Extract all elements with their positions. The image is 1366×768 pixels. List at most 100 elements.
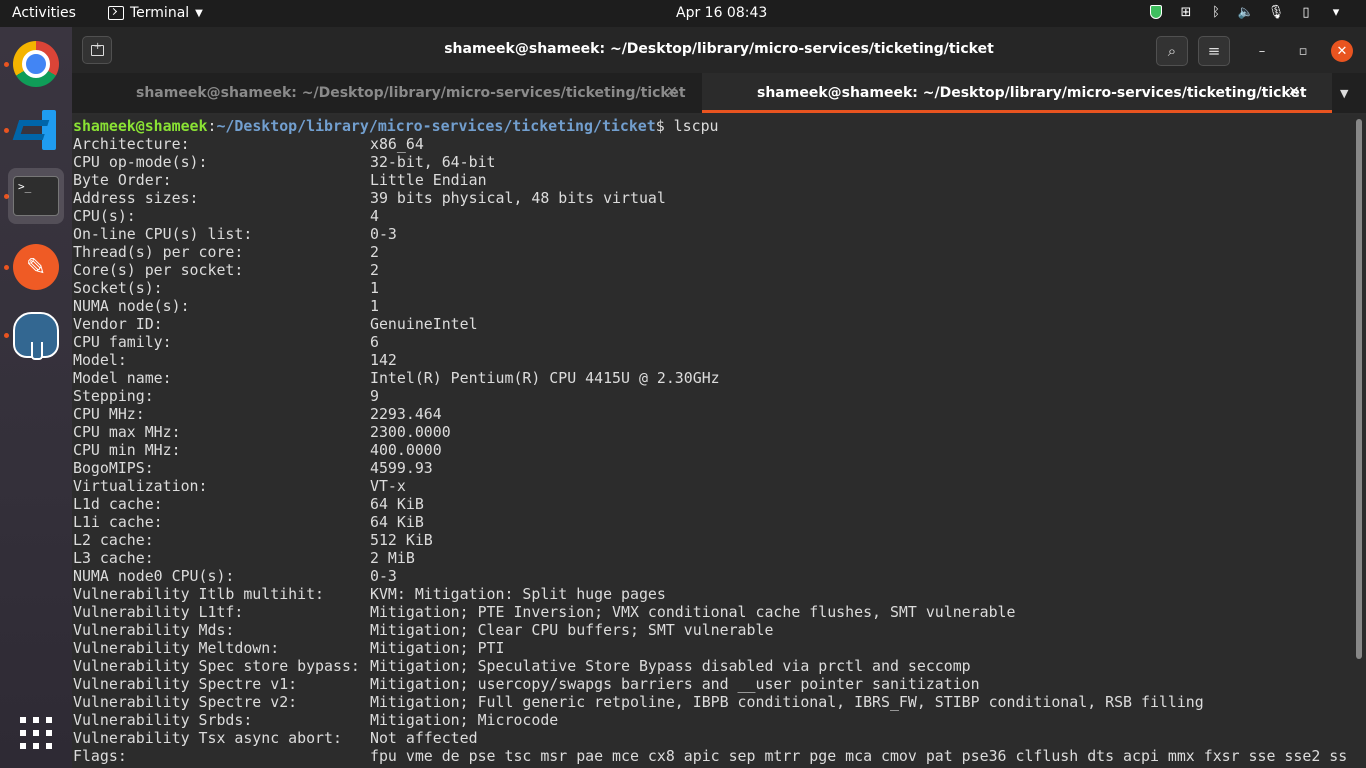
row-value: Intel(R) Pentium(R) CPU 4415U @ 2.30GHz — [370, 369, 720, 387]
output-row: Core(s) per socket: 2 — [73, 261, 379, 279]
row-key: CPU MHz: — [73, 405, 145, 423]
bluetooth-icon[interactable]: ᛒ — [1208, 4, 1224, 20]
power-menu-icon[interactable]: ▾ — [1328, 4, 1344, 20]
prompt-path: ~/Desktop/library/micro-services/ticketi… — [216, 117, 656, 135]
tab-close-icon[interactable]: ✕ — [1288, 84, 1300, 100]
dock-pgadmin[interactable] — [8, 307, 64, 363]
row-key: CPU(s): — [73, 207, 136, 225]
output-row: L3 cache: 2 MiB — [73, 549, 415, 567]
output-row: Vulnerability Spectre v1: Mitigation; use… — [73, 675, 980, 693]
output-row: Vendor ID: GenuineIntel — [73, 315, 478, 333]
microphone-icon[interactable]: 🎙 — [1268, 4, 1285, 20]
row-key: Virtualization: — [73, 477, 208, 495]
close-button[interactable]: ✕ — [1331, 40, 1353, 62]
new-tab-button[interactable] — [82, 36, 112, 64]
dock: >_ ✎ — [0, 27, 72, 768]
row-key: CPU min MHz: — [73, 441, 181, 459]
shield-icon[interactable] — [1148, 4, 1164, 20]
row-value: 9 — [370, 387, 379, 405]
row-value: 2 — [370, 243, 379, 261]
row-value: Not affected — [370, 729, 478, 747]
output-row: BogoMIPS: 4599.93 — [73, 459, 433, 477]
new-tab-icon — [90, 41, 104, 56]
row-value: Mitigation; Clear CPU buffers; SMT vulne… — [370, 621, 774, 639]
output-row: CPU min MHz: 400.0000 — [73, 441, 442, 459]
row-value: 64 KiB — [370, 513, 424, 531]
row-value: 0-3 — [370, 567, 397, 585]
terminal-window: shameek@shameek: ~/Desktop/library/micro… — [72, 27, 1366, 768]
app-menu-label: Terminal — [130, 5, 190, 21]
system-tray[interactable]: ⊞ ᛒ 🔈 🎙 ▯ ▾ — [1148, 4, 1344, 20]
output-row: Architecture: x86_64 — [73, 135, 424, 153]
maximize-button[interactable]: ▫ — [1292, 40, 1314, 62]
row-value: 400.0000 — [370, 441, 442, 459]
header-bar: shameek@shameek: ~/Desktop/library/micro… — [72, 27, 1366, 73]
terminal-app-icon: >_ — [13, 176, 59, 216]
caret-down-icon: ▼ — [195, 7, 203, 19]
network-icon[interactable]: ⊞ — [1178, 4, 1194, 20]
row-value: VT-x — [370, 477, 406, 495]
row-key: Vulnerability Spectre v1: — [73, 675, 298, 693]
output-row: On-line CPU(s) list: 0-3 — [73, 225, 397, 243]
output-row: Vulnerability Itlb multihit: KVM: Mitigat… — [73, 585, 666, 603]
dock-vscode[interactable] — [8, 102, 64, 158]
dock-chrome[interactable] — [8, 36, 64, 92]
row-key: Vulnerability Spectre v2: — [73, 693, 298, 711]
output-row: CPU(s): 4 — [73, 207, 379, 225]
row-key: Thread(s) per core: — [73, 243, 244, 261]
row-key: L1i cache: — [73, 513, 163, 531]
output-row: Stepping: 9 — [73, 387, 379, 405]
row-value: Little Endian — [370, 171, 487, 189]
row-value: 4 — [370, 207, 379, 225]
row-key: CPU max MHz: — [73, 423, 181, 441]
dock-terminal[interactable]: >_ — [8, 168, 64, 224]
output-row: CPU op-mode(s): 32-bit, 64-bit — [73, 153, 496, 171]
minimize-button[interactable]: – — [1251, 40, 1273, 62]
terminal-output[interactable]: shameek@shameek:~/Desktop/library/micro-… — [72, 115, 1366, 768]
clock[interactable]: Apr 16 08:43 — [676, 5, 767, 21]
row-key: L2 cache: — [73, 531, 154, 549]
row-key: Stepping: — [73, 387, 154, 405]
row-value: 64 KiB — [370, 495, 424, 513]
volume-icon[interactable]: 🔈 — [1238, 4, 1254, 20]
apps-grid-icon[interactable] — [20, 717, 52, 749]
activities-button[interactable]: Activities — [12, 5, 76, 21]
tab-bar: shameek@shameek: ~/Desktop/library/micro… — [72, 73, 1366, 113]
tab-list-dropdown-icon[interactable]: ▼ — [1340, 87, 1348, 100]
row-key: Vulnerability L1tf: — [73, 603, 244, 621]
row-key: L3 cache: — [73, 549, 154, 567]
row-key: Socket(s): — [73, 279, 163, 297]
row-value: 142 — [370, 351, 397, 369]
dock-postman[interactable]: ✎ — [8, 239, 64, 295]
row-key: Address sizes: — [73, 189, 199, 207]
postman-icon: ✎ — [13, 244, 59, 290]
row-value: Mitigation; usercopy/swapgs barriers and… — [370, 675, 980, 693]
row-key: Architecture: — [73, 135, 190, 153]
output-row: Vulnerability Tsx async abort: Not affect… — [73, 729, 478, 747]
row-value: Mitigation; Speculative Store Bypass dis… — [370, 657, 971, 675]
output-row: NUMA node0 CPU(s): 0-3 — [73, 567, 397, 585]
search-button[interactable]: ⌕ — [1156, 36, 1188, 66]
tab-1[interactable]: shameek@shameek: ~/Desktop/library/micro… — [72, 73, 702, 113]
output-row: L2 cache: 512 KiB — [73, 531, 433, 549]
battery-icon[interactable]: ▯ — [1298, 4, 1314, 20]
row-value: fpu vme de pse tsc msr pae mce cx8 apic … — [370, 747, 1348, 765]
row-value: Mitigation; Microcode — [370, 711, 559, 729]
row-key: Flags: — [73, 747, 127, 765]
menu-button[interactable]: ≡ — [1198, 36, 1230, 66]
scrollbar[interactable] — [1356, 119, 1362, 659]
output-row: Vulnerability Spec store bypass: Mitigati… — [73, 657, 971, 675]
app-menu[interactable]: Terminal ▼ — [108, 5, 203, 21]
row-key: CPU op-mode(s): — [73, 153, 208, 171]
chrome-icon — [13, 41, 59, 87]
row-key: Model name: — [73, 369, 172, 387]
row-key: Vulnerability Itlb multihit: — [73, 585, 325, 603]
row-value: 0-3 — [370, 225, 397, 243]
hamburger-icon: ≡ — [1207, 42, 1221, 60]
tab-close-icon[interactable]: ✕ — [666, 84, 678, 100]
row-value: Mitigation; PTE Inversion; VMX condition… — [370, 603, 1016, 621]
tab-2[interactable]: shameek@shameek: ~/Desktop/library/micro… — [702, 73, 1332, 113]
row-value: 1 — [370, 297, 379, 315]
pgadmin-elephant-icon — [13, 312, 59, 360]
top-bar: Activities Terminal ▼ Apr 16 08:43 ⊞ ᛒ 🔈… — [0, 0, 1366, 27]
